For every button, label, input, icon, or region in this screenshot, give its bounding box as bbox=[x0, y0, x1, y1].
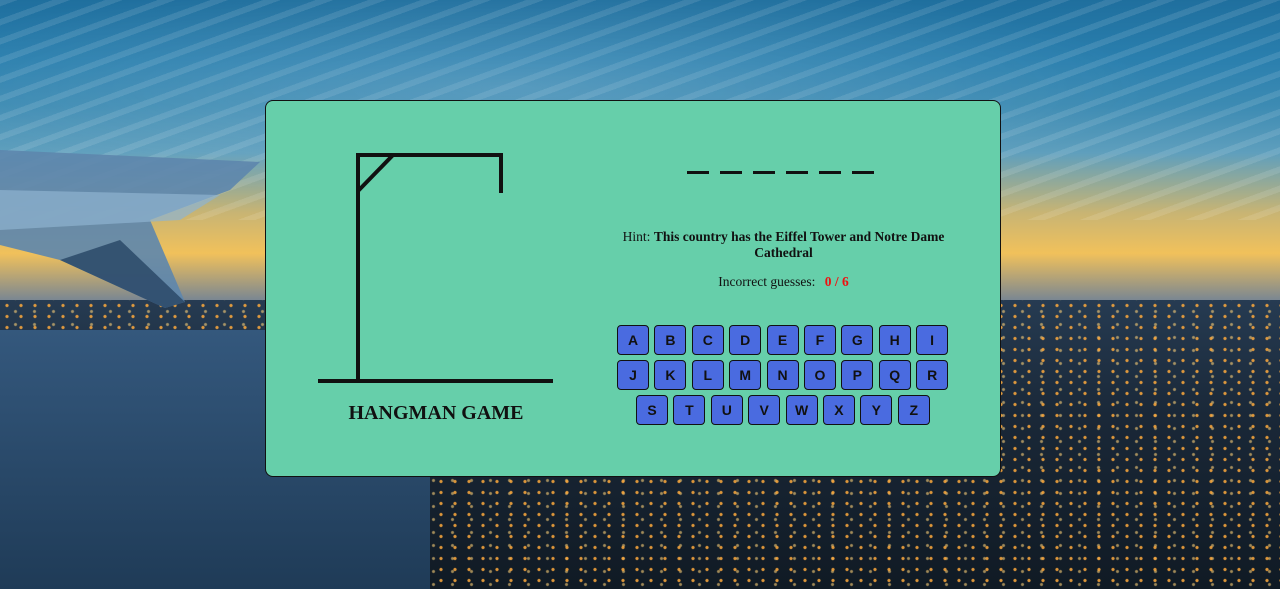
letter-key-i[interactable]: I bbox=[916, 325, 949, 355]
word-display bbox=[687, 171, 874, 174]
letter-key-v[interactable]: V bbox=[748, 395, 781, 425]
letter-key-u[interactable]: U bbox=[710, 395, 743, 425]
hangman-gallows bbox=[318, 153, 553, 383]
guesses-count: 0 / 6 bbox=[824, 274, 849, 289]
letter-blank bbox=[720, 171, 742, 174]
incorrect-guesses: Incorrect guesses: 0 / 6 bbox=[601, 274, 966, 290]
airplane-wing bbox=[0, 150, 260, 308]
letter-key-l[interactable]: L bbox=[691, 360, 724, 390]
letter-key-c[interactable]: C bbox=[691, 325, 724, 355]
hint: Hint: This country has the Eiffel Tower … bbox=[601, 229, 966, 261]
letter-key-g[interactable]: G bbox=[841, 325, 874, 355]
game-title: HANGMAN GAME bbox=[348, 402, 524, 424]
letter-key-a[interactable]: A bbox=[617, 325, 649, 355]
letter-blank bbox=[786, 171, 808, 174]
keyboard-row: JKLMNOPQR bbox=[617, 360, 952, 390]
letter-key-e[interactable]: E bbox=[766, 325, 799, 355]
letter-keyboard: ABCDEFGHI JKLMNOPQR STUVWXYZ bbox=[617, 325, 952, 430]
letter-key-n[interactable]: N bbox=[766, 360, 799, 390]
letter-key-z[interactable]: Z bbox=[897, 395, 930, 425]
letter-key-p[interactable]: P bbox=[841, 360, 874, 390]
letter-key-o[interactable]: O bbox=[803, 360, 836, 390]
letter-key-k[interactable]: K bbox=[654, 360, 687, 390]
hint-text: This country has the Eiffel Tower and No… bbox=[653, 229, 945, 260]
keyboard-row: ABCDEFGHI bbox=[617, 325, 952, 355]
letter-key-s[interactable]: S bbox=[636, 395, 668, 425]
letter-key-t[interactable]: T bbox=[673, 395, 706, 425]
letter-key-j[interactable]: J bbox=[617, 360, 649, 390]
letter-key-f[interactable]: F bbox=[803, 325, 836, 355]
letter-blank bbox=[687, 171, 709, 174]
letter-blank bbox=[819, 171, 841, 174]
letter-key-h[interactable]: H bbox=[878, 325, 911, 355]
letter-key-d[interactable]: D bbox=[729, 325, 762, 355]
letter-key-x[interactable]: X bbox=[822, 395, 855, 425]
game-controls: Hint: This country has the Eiffel Tower … bbox=[601, 101, 966, 478]
hint-label: Hint: bbox=[622, 229, 651, 244]
letter-key-m[interactable]: M bbox=[729, 360, 762, 390]
letter-key-y[interactable]: Y bbox=[860, 395, 893, 425]
letter-key-b[interactable]: B bbox=[654, 325, 687, 355]
letter-blank bbox=[852, 171, 874, 174]
guesses-label: Incorrect guesses: bbox=[718, 274, 816, 289]
letter-key-r[interactable]: R bbox=[916, 360, 949, 390]
letter-key-w[interactable]: W bbox=[785, 395, 818, 425]
letter-key-q[interactable]: Q bbox=[878, 360, 911, 390]
keyboard-row: STUVWXYZ bbox=[617, 395, 952, 425]
letter-blank bbox=[753, 171, 775, 174]
game-panel: HANGMAN GAME Hint: This country has the … bbox=[265, 100, 1001, 477]
